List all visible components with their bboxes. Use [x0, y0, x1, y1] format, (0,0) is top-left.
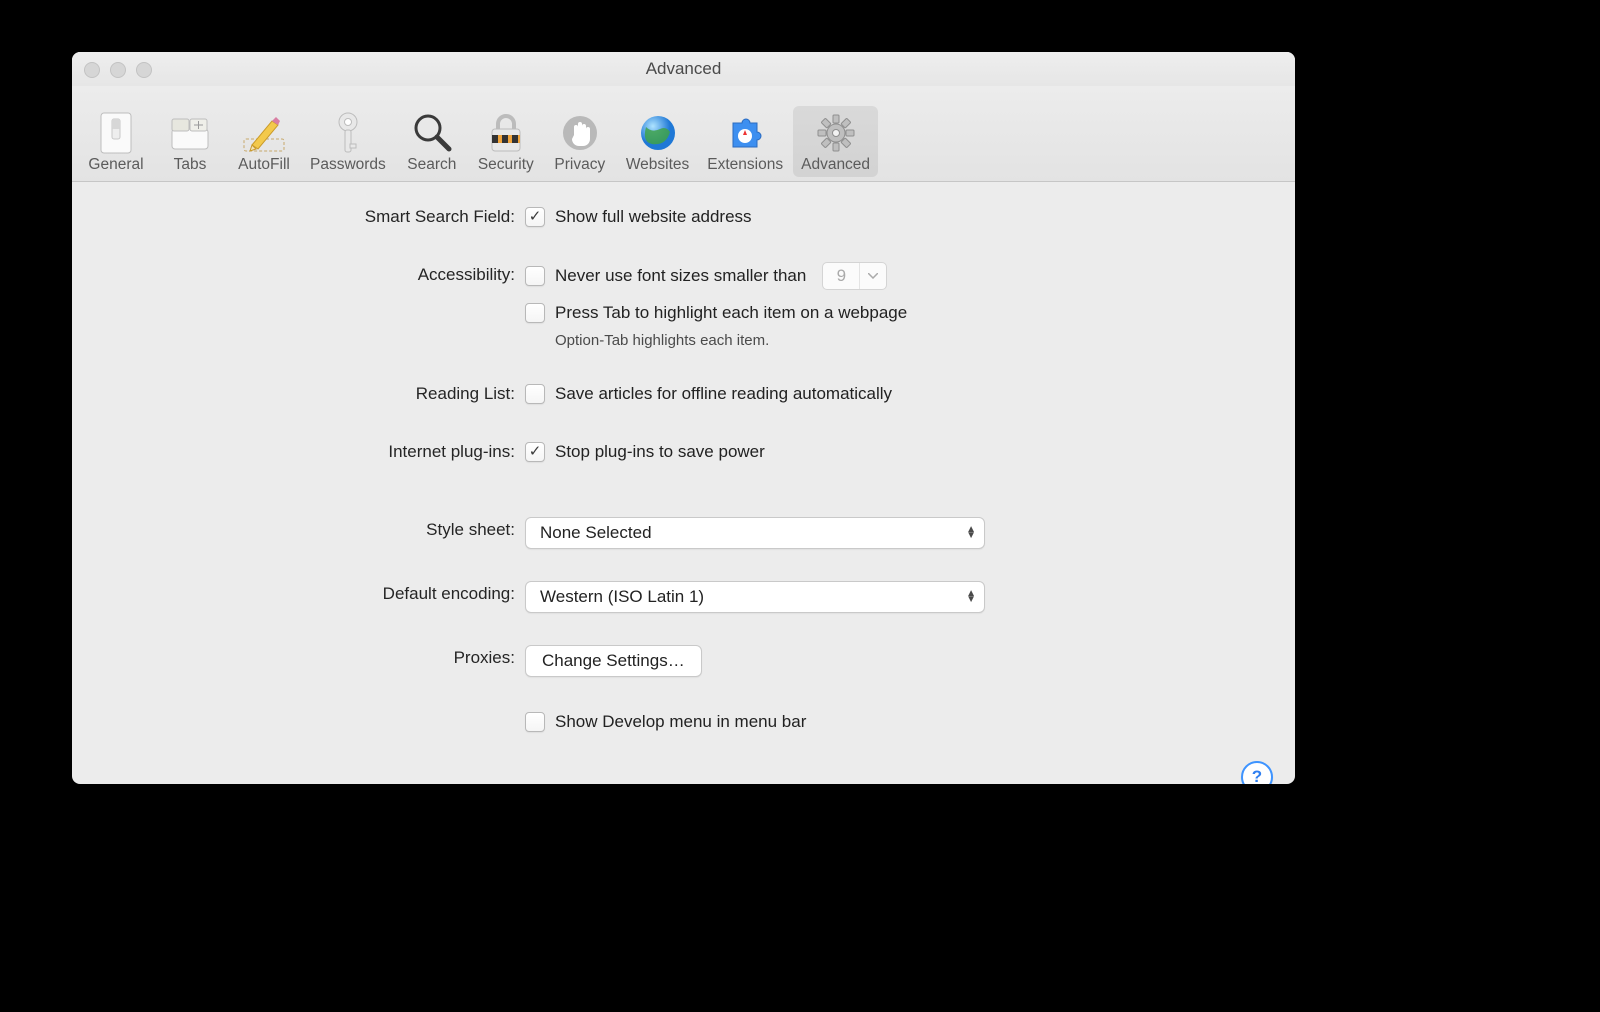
zoom-window-button[interactable]	[136, 62, 152, 78]
key-icon	[332, 110, 364, 156]
updown-icon: ▲▼	[966, 527, 976, 539]
question-icon: ?	[1252, 767, 1262, 784]
save-offline-checkbox[interactable]	[525, 384, 545, 404]
accessibility-label: Accessibility:	[72, 262, 525, 288]
tabs-icon	[169, 110, 211, 156]
tab-highlight-note: Option-Tab highlights each item.	[555, 332, 907, 349]
proxies-label: Proxies:	[72, 645, 525, 671]
save-offline-option[interactable]: Save articles for offline reading automa…	[525, 381, 892, 407]
globe-icon	[638, 110, 678, 156]
smart-search-label: Smart Search Field:	[72, 204, 525, 230]
develop-menu-option[interactable]: Show Develop menu in menu bar	[525, 709, 806, 735]
plugins-label: Internet plug-ins:	[72, 439, 525, 465]
tab-highlight-checkbox[interactable]	[525, 303, 545, 323]
help-button[interactable]: ?	[1241, 761, 1273, 784]
min-font-stepper[interactable]: 9	[822, 262, 887, 290]
stylesheet-label: Style sheet:	[72, 517, 525, 543]
encoding-popup[interactable]: Western (ISO Latin 1) ▲▼	[525, 581, 985, 613]
show-full-address-option[interactable]: Show full website address	[525, 204, 752, 230]
hand-icon	[561, 110, 599, 156]
gear-icon	[815, 110, 857, 156]
tab-general[interactable]: General	[80, 106, 152, 177]
window-controls	[84, 62, 152, 78]
change-proxy-settings-button[interactable]: Change Settings…	[525, 645, 702, 677]
updown-icon: ▲▼	[966, 591, 976, 603]
min-font-option[interactable]: Never use font sizes smaller than 9	[525, 262, 907, 290]
encoding-label: Default encoding:	[72, 581, 525, 607]
tab-tabs[interactable]: Tabs	[154, 106, 226, 177]
tab-search[interactable]: Search	[396, 106, 468, 177]
tab-extensions[interactable]: Extensions	[699, 106, 791, 177]
show-full-address-checkbox[interactable]	[525, 207, 545, 227]
close-window-button[interactable]	[84, 62, 100, 78]
window-title: Advanced	[646, 59, 722, 79]
titlebar: Advanced	[72, 52, 1295, 86]
tab-security[interactable]: Security	[470, 106, 542, 177]
pencil-form-icon	[240, 110, 288, 156]
min-font-checkbox[interactable]	[525, 266, 545, 286]
tab-privacy[interactable]: Privacy	[544, 106, 616, 177]
tab-advanced[interactable]: Advanced	[793, 106, 878, 177]
tab-passwords[interactable]: Passwords	[302, 106, 394, 177]
minimize-window-button[interactable]	[110, 62, 126, 78]
develop-menu-checkbox[interactable]	[525, 712, 545, 732]
puzzle-icon	[725, 110, 765, 156]
stylesheet-popup[interactable]: None Selected ▲▼	[525, 517, 985, 549]
stop-plugins-option[interactable]: Stop plug-ins to save power	[525, 439, 765, 465]
switch-icon	[98, 110, 134, 156]
tab-autofill[interactable]: AutoFill	[228, 106, 300, 177]
tab-highlight-option[interactable]: Press Tab to highlight each item on a we…	[525, 300, 907, 326]
advanced-pane: Smart Search Field: Show full website ad…	[72, 182, 1295, 784]
preferences-toolbar: General Tabs AutoFill Passwords Search	[72, 86, 1295, 182]
magnifier-icon	[411, 110, 453, 156]
tab-websites[interactable]: Websites	[618, 106, 697, 177]
chevron-down-icon	[860, 263, 886, 289]
preferences-window: Advanced General Tabs AutoFill Pass	[72, 52, 1295, 784]
reading-list-label: Reading List:	[72, 381, 525, 407]
stop-plugins-checkbox[interactable]	[525, 442, 545, 462]
lock-icon	[488, 110, 524, 156]
